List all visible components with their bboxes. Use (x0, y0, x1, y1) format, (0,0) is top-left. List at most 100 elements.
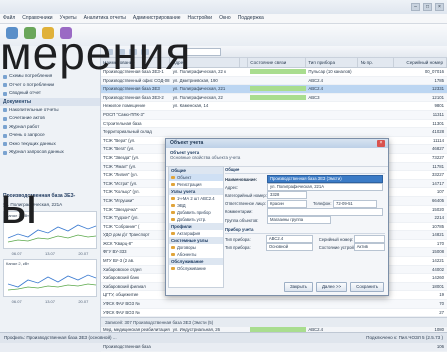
form-row-device-type: Тип прибора: АВС2.4 Серийный номер: (225, 235, 385, 244)
name-field[interactable]: Производственная база ЗЕЗ (Эмсти) (267, 175, 383, 184)
mini-chart-1-axis: 06.07 13.07 20.07 (11, 251, 89, 256)
category-field[interactable]: 3328 (267, 191, 307, 200)
table-cell: 14260 (432, 275, 444, 281)
nav-item-meter[interactable]: 1ч-МА 2 шт АВС2.4 (169, 195, 223, 202)
device-state-label: Состояние устройства: (318, 244, 354, 250)
responsible-field[interactable]: Красин (267, 199, 307, 208)
col-link-state-header[interactable]: Состояние связи (248, 58, 307, 67)
menu-window[interactable]: Окно (219, 14, 231, 23)
minimize-button[interactable]: – (411, 3, 420, 11)
dialog-nav: Общие Объект Регистрация Узлы учета 1ч-М… (168, 166, 224, 288)
group-label: Группа объектов: (225, 217, 259, 223)
nav-item-object[interactable]: Объект (169, 174, 223, 181)
table-cell: 170 (436, 240, 444, 246)
table-row[interactable]: Производственная база ЗЕЗ ул. Полиграфиче… (101, 85, 447, 94)
status-bar: Профиль: Производственная база ЗЕЗ (осно… (0, 332, 447, 343)
sidebar-item-doc[interactable]: Окно текущих данных (0, 140, 100, 149)
table-cell (306, 102, 358, 110)
document-icon (3, 133, 7, 138)
address-field[interactable]: ул. Полиграфическая, 221А (267, 183, 383, 192)
nav-item-actography[interactable]: Актаграфия (169, 230, 223, 237)
menu-file[interactable]: Файл (3, 14, 15, 23)
table-row[interactable]: Нежилое помещение ул. Каменская, 14 9801 (101, 102, 447, 111)
table-cell: 1785 (434, 77, 444, 83)
table-cell (248, 68, 307, 76)
registration-icon (171, 182, 175, 187)
group-select[interactable]: Магазины группа (267, 216, 331, 225)
table-cell (248, 309, 306, 317)
sidebar-item-consumption-report[interactable]: Отчет о потреблении (0, 81, 100, 90)
menu-settings[interactable]: Настройки (188, 14, 213, 23)
table-cell: Хабаровский филиал (103, 283, 146, 289)
table-cell: 70 (439, 301, 444, 307)
table-row[interactable]: Производственная база ЗЕЗ-2 ул. Полиграфи… (101, 93, 447, 103)
sidebar-item-doc[interactable]: Сочетание актов (0, 114, 100, 123)
nav-item-add-device[interactable]: Добавить прибор (169, 209, 223, 216)
device-state-select[interactable]: Актив (353, 243, 385, 252)
table-cell: 12101 (432, 94, 444, 100)
table-cell: 27 (439, 309, 444, 315)
menu-administration[interactable]: Администрирование (133, 14, 181, 23)
device-kind-select[interactable]: Основной (265, 243, 313, 252)
table-cell (240, 309, 248, 317)
sidebar-item-doc[interactable]: Очень о запросе (0, 131, 100, 140)
table-row[interactable]: РОСП "Само-ППК-3" 11311 (101, 110, 447, 120)
col-device-type-header[interactable]: Тип прибора (306, 58, 359, 67)
mini-chart-2-plot (7, 274, 97, 291)
nav-item-contracts[interactable]: Договоры (169, 244, 223, 251)
table-cell: 12331 (432, 86, 444, 92)
table-row[interactable]: УФСК ФАУ ВОЗ № 70 (101, 300, 447, 309)
table-row[interactable]: Производственная база 106 (101, 343, 447, 352)
table-cell: Строительная база (103, 120, 142, 126)
table-cell (306, 111, 358, 119)
nav-head-metering[interactable]: Узлы учета (169, 188, 223, 195)
phone-field[interactable]: 72-09-51 (333, 199, 377, 208)
form-row-category: Категорийный номер: 3328 (225, 191, 385, 200)
serial-field[interactable] (353, 235, 385, 244)
nav-item-subscribers[interactable]: Абоненты (169, 251, 223, 258)
nav-head-general[interactable]: Общие (169, 167, 223, 174)
menu-directories[interactable]: Справочники (22, 14, 52, 23)
nav-item-service[interactable]: Обслуживание (169, 265, 223, 272)
table-cell (171, 111, 241, 119)
table-row[interactable]: Строительная база 11301 (101, 120, 447, 129)
form-row-responsible: Ответственное лицо: Красин Телефон: 72-0… (225, 199, 385, 208)
col-flag-header[interactable] (240, 58, 249, 67)
col-serial-header[interactable]: Серийный номер (394, 58, 447, 67)
sidebar-item-summary-report[interactable]: Сводный отчет (0, 89, 100, 98)
table-cell (306, 343, 358, 351)
table-cell: 11114 (433, 137, 444, 143)
comments-field[interactable] (267, 207, 383, 216)
close-window-button[interactable]: × (435, 3, 444, 11)
report-icon (3, 83, 7, 87)
menu-support[interactable]: Поддержка (238, 14, 264, 23)
nav-item-evd[interactable]: ЭВД (169, 202, 223, 209)
sidebar-item-doc[interactable]: Накопительные отчеты (0, 106, 100, 115)
table-cell (240, 68, 248, 76)
table-cell: МГУ ВУ-3 (2 ав. (103, 258, 135, 264)
next-button[interactable]: Далее >> (315, 282, 348, 292)
sidebar-item-doc[interactable]: Журнал работ (0, 123, 100, 132)
nav-head-service[interactable]: Обслуживание (169, 258, 223, 265)
nav-head-profiles[interactable]: Профили (169, 223, 223, 230)
table-row[interactable]: Территориальный склад 41028 (101, 128, 447, 137)
device-kind-label: Тип прибора: (225, 244, 251, 250)
contract-icon (171, 245, 175, 250)
sidebar-section-documents[interactable]: Документы (0, 97, 100, 106)
nav-item-add-unit[interactable]: Добавить устр. (169, 216, 223, 223)
col-number-header[interactable]: № пр. (358, 58, 394, 67)
table-row[interactable]: УФСК ФАУ ВОЗ № 27 (101, 309, 447, 318)
menu-reports[interactable]: Аналитика отчеты (84, 14, 126, 23)
device-type-select[interactable]: АВС2.4 (265, 235, 313, 244)
menu-accounting[interactable]: Учреты (60, 14, 77, 23)
table-cell: 11311 (432, 111, 444, 117)
nav-head-system[interactable]: Системные узлы (169, 237, 223, 244)
dialog-buttons: Закрыть Далее >> Сохранить (284, 282, 384, 292)
link-ok-indicator (250, 69, 307, 75)
nav-item-registration[interactable]: Регистрация (169, 181, 223, 188)
dialog-close-button[interactable]: × (377, 140, 385, 147)
sidebar-item-doc[interactable]: Журнал запросов данных (0, 148, 100, 157)
close-button[interactable]: Закрыть (284, 282, 313, 292)
maximize-button[interactable]: □ (423, 3, 432, 11)
save-button[interactable]: Сохранить (350, 282, 384, 292)
